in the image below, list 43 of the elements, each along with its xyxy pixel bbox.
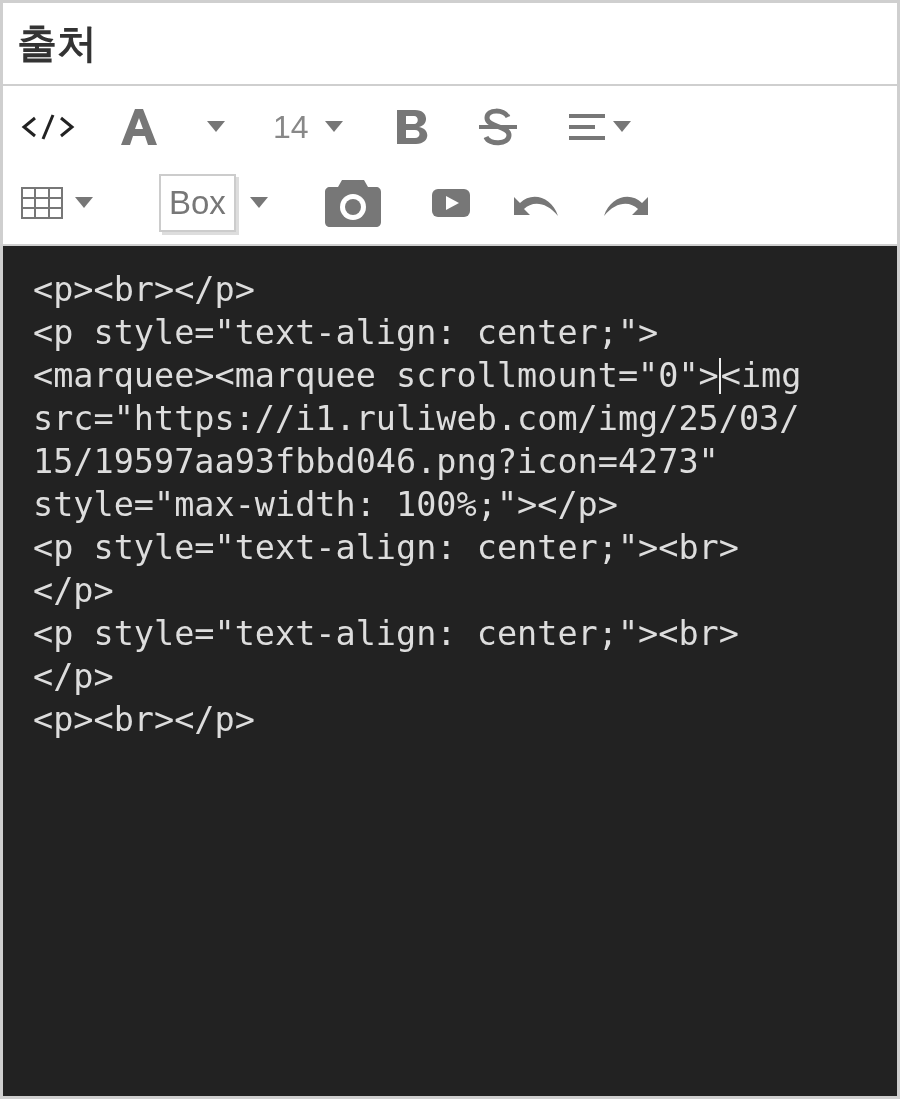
dropdown-button[interactable] bbox=[249, 197, 268, 209]
code-icon bbox=[21, 112, 75, 142]
bold-icon bbox=[394, 108, 429, 146]
code-line: <img bbox=[720, 355, 802, 397]
bold-button[interactable] bbox=[394, 108, 429, 146]
dropdown-button[interactable] bbox=[324, 121, 343, 133]
photo-button[interactable] bbox=[323, 178, 382, 228]
page-title: 출처 bbox=[17, 19, 97, 68]
dropdown-button[interactable] bbox=[612, 121, 631, 133]
strikethrough-button[interactable] bbox=[478, 107, 517, 147]
text-cursor bbox=[718, 357, 721, 394]
caret-icon bbox=[612, 121, 631, 133]
video-icon bbox=[431, 189, 470, 217]
font-icon bbox=[119, 107, 159, 147]
code-line: </p> bbox=[33, 570, 114, 612]
table-icon bbox=[21, 187, 63, 219]
align-icon bbox=[568, 112, 605, 142]
code-line: <p style="text-align: center;"><br> bbox=[33, 613, 739, 655]
caret-icon bbox=[324, 121, 343, 133]
code-view-button[interactable] bbox=[21, 112, 75, 142]
code-line: </p> bbox=[33, 656, 114, 698]
caret-icon bbox=[249, 197, 268, 209]
align-button[interactable] bbox=[568, 112, 605, 142]
code-line: <p style="text-align: center;"> bbox=[33, 312, 659, 354]
code-line: style="max-width: 100%;"></p> bbox=[33, 484, 618, 526]
caret-icon bbox=[75, 197, 93, 209]
code-line: <p style="text-align: center;"><br> bbox=[33, 527, 739, 569]
font-size-button[interactable]: 14 bbox=[273, 108, 309, 146]
caret-icon bbox=[207, 121, 225, 133]
code-line: <p><br></p> bbox=[33, 269, 255, 311]
font-button[interactable] bbox=[119, 107, 159, 147]
code-line: 15/19597aa93fbbd046.png?icon=4273" bbox=[33, 441, 719, 483]
video-button[interactable] bbox=[431, 189, 470, 217]
dropdown-button[interactable] bbox=[207, 121, 225, 133]
code-line: <p><br></p> bbox=[33, 699, 255, 741]
code-line: <marquee><marquee scrollmount="0"> bbox=[33, 355, 719, 397]
code-editor[interactable] bbox=[0, 246, 900, 1099]
code-line: src="https://i1.ruliweb.com/img/25/03/ bbox=[33, 398, 800, 440]
strikethrough-icon bbox=[478, 107, 517, 147]
box-style-button[interactable]: Box bbox=[159, 174, 236, 232]
camera-icon bbox=[323, 178, 382, 228]
dropdown-button[interactable] bbox=[75, 197, 93, 209]
table-button[interactable] bbox=[21, 187, 63, 219]
